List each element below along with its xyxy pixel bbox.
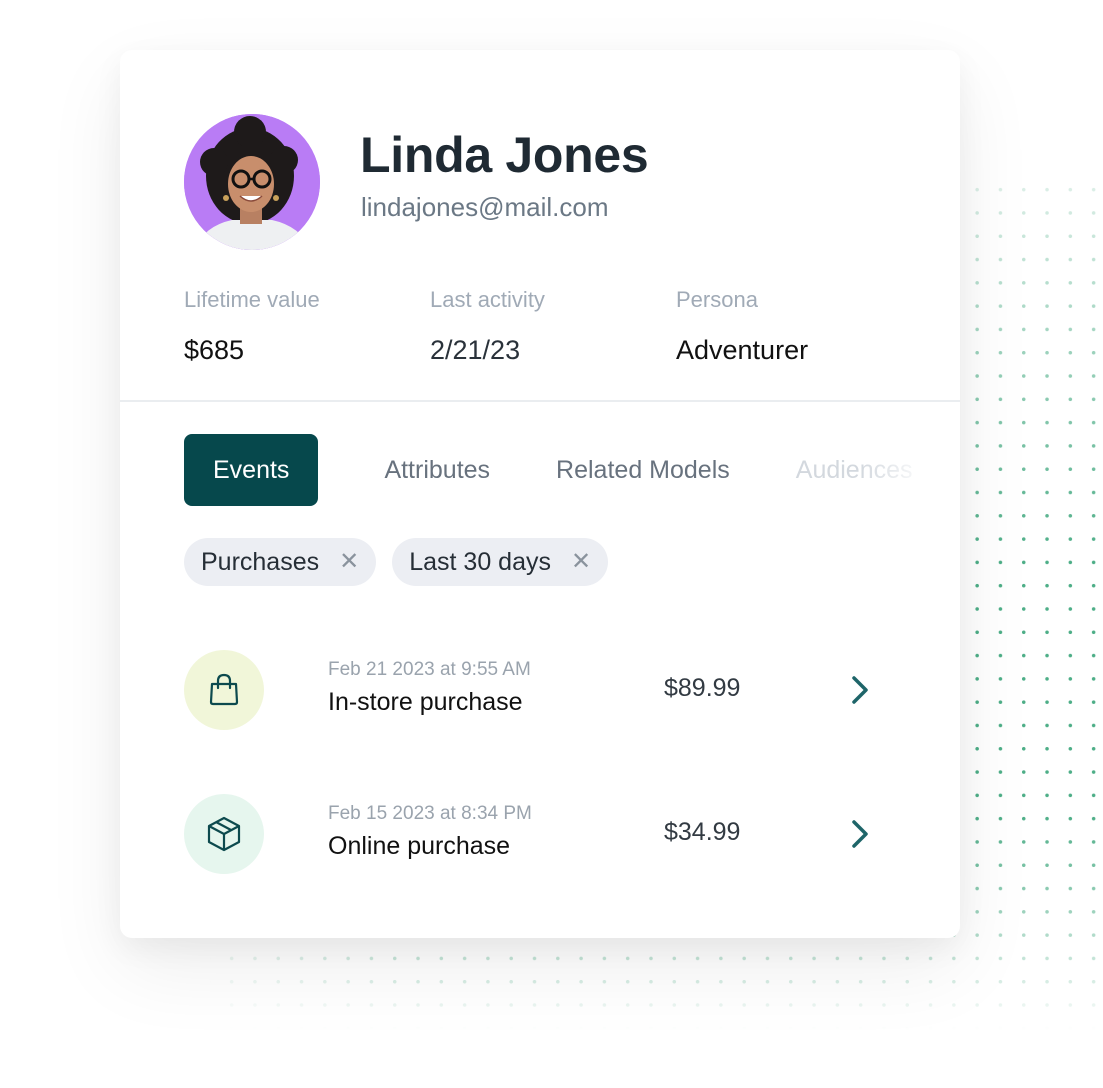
filter-chip-label: Purchases	[201, 547, 320, 576]
stat-label: Lifetime value	[184, 287, 320, 312]
event-amount: $89.99	[664, 674, 741, 702]
customer-name: Linda Jones	[360, 127, 649, 183]
chevron-right-icon[interactable]	[846, 672, 874, 708]
event-title: Online purchase	[328, 832, 511, 860]
event-list-item[interactable]: Feb 15 2023 at 8:34 PM Online purchase $…	[184, 794, 904, 874]
filter-chips: Purchases ✕ Last 30 days ✕	[184, 538, 624, 586]
tab-bar-overflow-fade	[860, 434, 960, 506]
event-amount: $34.99	[664, 818, 741, 846]
tab-bar: Events Attributes Related Models Audienc…	[184, 434, 960, 506]
event-icon-badge	[184, 650, 264, 730]
package-box-icon	[207, 816, 241, 852]
section-divider	[120, 400, 960, 402]
stat-last-activity: Last activity 2/21/23	[430, 287, 545, 366]
tab-attributes[interactable]: Attributes	[384, 456, 490, 485]
filter-chip-label: Last 30 days	[409, 547, 551, 576]
stat-value: Adventurer	[676, 335, 809, 365]
filter-chip-last-30-days[interactable]: Last 30 days ✕	[392, 538, 609, 586]
tab-related-models[interactable]: Related Models	[556, 456, 730, 485]
avatar	[184, 114, 320, 250]
event-icon-badge	[184, 794, 264, 874]
close-icon[interactable]: ✕	[339, 550, 359, 574]
event-timestamp: Feb 21 2023 at 9:55 AM	[328, 659, 531, 680]
filter-chip-purchases[interactable]: Purchases ✕	[184, 538, 377, 586]
stat-value: 2/21/23	[430, 335, 521, 365]
close-icon[interactable]: ✕	[571, 550, 591, 574]
event-list-item[interactable]: Feb 21 2023 at 9:55 AM In-store purchase…	[184, 650, 904, 730]
customer-email: lindajones@mail.com	[361, 192, 609, 222]
stat-value: $685	[184, 335, 245, 365]
event-title: In-store purchase	[328, 688, 523, 716]
event-timestamp: Feb 15 2023 at 8:34 PM	[328, 803, 532, 824]
tab-events[interactable]: Events	[184, 434, 319, 506]
stat-label: Persona	[676, 287, 758, 312]
chevron-right-icon[interactable]	[846, 816, 874, 852]
shopping-bag-icon	[209, 673, 239, 706]
stat-persona: Persona Adventurer	[676, 287, 808, 366]
stat-label: Last activity	[430, 287, 545, 312]
customer-profile-card: Linda Jones lindajones@mail.com Lifetime…	[120, 50, 960, 938]
avatar-portrait-icon	[184, 114, 320, 250]
stat-lifetime-value: Lifetime value $685	[184, 287, 320, 366]
